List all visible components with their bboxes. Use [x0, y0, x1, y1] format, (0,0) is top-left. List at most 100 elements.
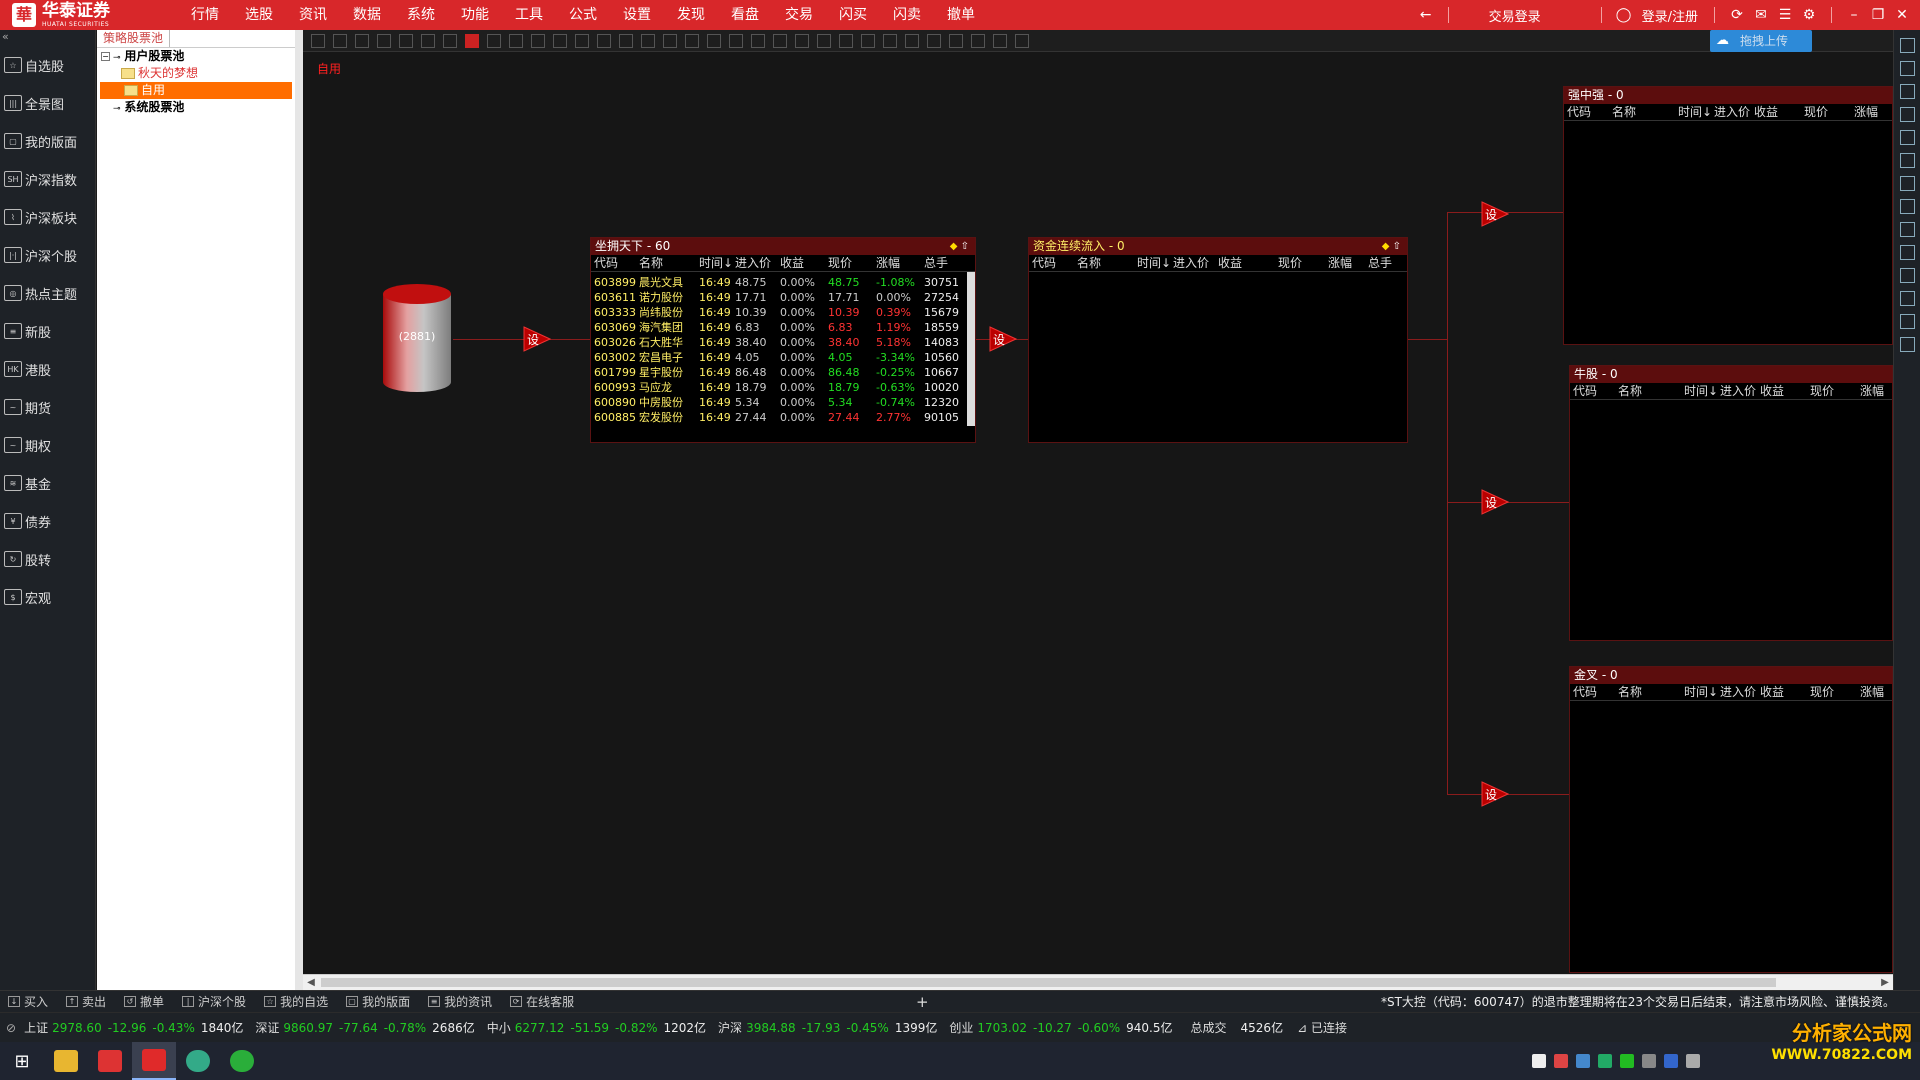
cancel-order-button[interactable]: ↺ 撤单: [124, 993, 164, 1010]
align-icon[interactable]: [861, 33, 875, 48]
stock-panel-golden-cross[interactable]: 金叉 - 0 代码 名称 时间↓ 进入价 收益 现价 涨幅: [1569, 666, 1893, 973]
watchlist-button[interactable]: ☆ 我的自选: [264, 993, 328, 1010]
size-icon[interactable]: [971, 33, 985, 48]
arrow-down-icon[interactable]: [1899, 84, 1915, 99]
menu-item[interactable]: 撤单: [934, 0, 988, 30]
pointer-icon[interactable]: [465, 33, 479, 48]
minimize-icon[interactable]: –: [1842, 7, 1866, 23]
start-button[interactable]: ⊞: [0, 1042, 44, 1080]
tree-node-system-pool[interactable]: ⊸ 系统股票池: [97, 99, 295, 116]
refresh-icon[interactable]: ⟳: [1725, 7, 1749, 23]
table-row[interactable]: 600890 中房股份 16:49 5.34 0.00% 5.34 -0.74%…: [591, 395, 975, 410]
login-register-button[interactable]: 登录/注册: [1636, 6, 1704, 25]
shape-icon[interactable]: [487, 33, 501, 48]
node-icon[interactable]: [597, 33, 611, 48]
stocks-button[interactable]: | 沪深个股: [182, 993, 246, 1010]
gear-icon[interactable]: ⚙: [1797, 7, 1821, 23]
pause-icon[interactable]: [421, 33, 435, 48]
distribute-icon[interactable]: [905, 33, 919, 48]
save-icon[interactable]: [355, 33, 369, 48]
scroll-right-icon[interactable]: ▶: [1877, 975, 1893, 991]
taskbar-app[interactable]: [88, 1042, 132, 1080]
nav-item-stocks[interactable]: |·| 沪深个股: [0, 236, 95, 274]
my-news-button[interactable]: ≡ 我的资讯: [428, 993, 492, 1010]
menu-item[interactable]: 行情: [178, 0, 232, 30]
restore-icon[interactable]: ❐: [1866, 7, 1890, 23]
arrow-icon[interactable]: [553, 33, 567, 48]
menu-item[interactable]: 公式: [556, 0, 610, 30]
filter-node[interactable]: 设: [1481, 489, 1510, 515]
drag-upload-button[interactable]: ☁ 拖拽上传: [1710, 30, 1812, 52]
rounded-rect-icon[interactable]: [663, 33, 677, 48]
menu-item[interactable]: 发现: [664, 0, 718, 30]
diamond-icon[interactable]: [707, 33, 721, 48]
nav-item-my-layout[interactable]: ▢ 我的版面: [0, 122, 95, 160]
nav-item-options[interactable]: ~ 期权: [0, 426, 95, 464]
news-icon[interactable]: [1899, 199, 1915, 214]
nav-item-neeq[interactable]: ↻ 股转: [0, 540, 95, 578]
layer-icon[interactable]: [751, 33, 765, 48]
canvas-horizontal-scrollbar[interactable]: ◀ ▶: [303, 974, 1893, 990]
menu-item[interactable]: 设置: [610, 0, 664, 30]
table-row[interactable]: 600885 宏发股份 16:49 27.44 0.00% 27.44 2.77…: [591, 410, 975, 425]
layer-icon[interactable]: [729, 33, 743, 48]
shape-icon[interactable]: [509, 33, 523, 48]
filter-node[interactable]: 设: [989, 326, 1018, 352]
align-icon[interactable]: [817, 33, 831, 48]
table-row[interactable]: 603026 石大胜华 16:49 38.40 0.00% 38.40 5.18…: [591, 335, 975, 350]
panel-scrollbar[interactable]: [967, 272, 975, 426]
menu-item[interactable]: 系统: [394, 0, 448, 30]
add-icon[interactable]: +: [916, 991, 929, 1013]
size-icon[interactable]: [949, 33, 963, 48]
tab-strategy-pool[interactable]: 策略股票池: [97, 30, 171, 47]
tray-app-icon[interactable]: [1576, 1054, 1590, 1068]
nav-item-panorama[interactable]: ||| 全景图: [0, 84, 95, 122]
buy-button[interactable]: ↓ 买入: [8, 993, 48, 1010]
my-layout-button[interactable]: ▢ 我的版面: [346, 993, 410, 1010]
group-icon[interactable]: [773, 33, 787, 48]
sell-button[interactable]: ↑ 卖出: [66, 993, 106, 1010]
scroll-left-icon[interactable]: ◀: [303, 975, 319, 991]
copy-icon[interactable]: [575, 33, 589, 48]
table-row[interactable]: 603899 晨光文具 16:49 48.75 0.00% 48.75 -1.0…: [591, 275, 975, 290]
menu-item[interactable]: 选股: [232, 0, 286, 30]
settings-diamond-icon[interactable]: ◆: [950, 241, 958, 252]
menu-item[interactable]: 闪买: [826, 0, 880, 30]
col-volume[interactable]: 总手: [924, 255, 964, 271]
scrollbar-thumb[interactable]: [321, 978, 1776, 987]
nav-item-hk[interactable]: HK 港股: [0, 350, 95, 388]
col-entry-price[interactable]: 进入价: [735, 255, 780, 271]
menu-item[interactable]: 看盘: [718, 0, 772, 30]
stock-panel-bull[interactable]: 牛股 - 0 代码 名称 时间↓ 进入价 收益 现价 涨幅: [1569, 365, 1893, 641]
menu-item[interactable]: 工具: [502, 0, 556, 30]
shape-icon[interactable]: [531, 33, 545, 48]
arrow-left-icon[interactable]: [1899, 38, 1915, 53]
nav-item-funds[interactable]: ≋ 基金: [0, 464, 95, 502]
size-icon[interactable]: [993, 33, 1007, 48]
source-database-icon[interactable]: (2881): [381, 282, 453, 394]
nav-item-watchlist[interactable]: ☆ 自选股: [0, 46, 95, 84]
menu-item[interactable]: 交易: [772, 0, 826, 30]
chart-icon[interactable]: [1899, 107, 1915, 122]
tree-node-selected[interactable]: 自用: [100, 82, 292, 99]
table-row[interactable]: 600993 马应龙 16:49 18.79 0.00% 18.79 -0.63…: [591, 380, 975, 395]
strategy-canvas[interactable]: 自用 (2881) 设 设 设 设 设 坐拥天下 - 60 ◆ ⇧ 代码 名称 …: [303, 52, 1893, 974]
new-icon[interactable]: [311, 33, 325, 48]
table-icon[interactable]: [1899, 130, 1915, 145]
tree-node-user-pool[interactable]: − ⊸ 用户股票池: [97, 48, 295, 65]
stock-panel-strong[interactable]: 强中强 - 0 代码 名称 时间↓ 进入价 收益 现价 涨幅: [1563, 86, 1893, 345]
taskbar-app[interactable]: [220, 1042, 264, 1080]
col-change[interactable]: 涨幅: [876, 255, 924, 271]
filter-node[interactable]: 设: [1481, 201, 1510, 227]
tree-node-child[interactable]: 秋天的梦想: [97, 65, 295, 82]
menu-item[interactable]: 数据: [340, 0, 394, 30]
bluetooth-icon[interactable]: [1664, 1054, 1678, 1068]
filter-node[interactable]: 设: [1481, 781, 1510, 807]
finance-icon[interactable]: [1899, 222, 1915, 237]
nav-item-ipo[interactable]: ≡ 新股: [0, 312, 95, 350]
volume-icon[interactable]: [1686, 1054, 1700, 1068]
filter-node[interactable]: 设: [523, 326, 552, 352]
refresh-icon[interactable]: [1899, 337, 1915, 352]
col-code[interactable]: 代码: [591, 255, 639, 271]
tray-app-icon[interactable]: [1598, 1054, 1612, 1068]
